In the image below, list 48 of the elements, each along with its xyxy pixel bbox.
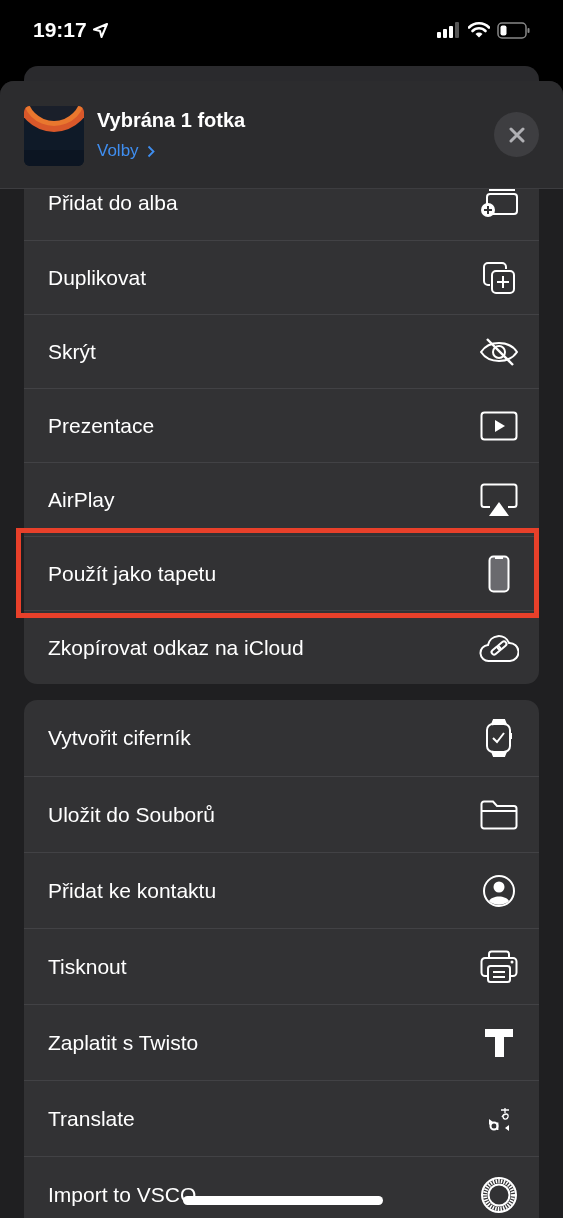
phone-icon [488,554,510,593]
cloud-link-icon [479,632,519,663]
action-label: Vytvořit ciferník [48,725,191,752]
contact-icon [482,873,516,908]
close-icon [508,126,525,143]
action-row[interactable]: Translate [24,1080,539,1156]
close-button[interactable] [494,112,539,157]
action-label: Použít jako tapetu [48,560,217,587]
action-row[interactable]: Uložit do Souborů [24,776,539,852]
action-row[interactable]: Zkopírovat odkaz na iCloud [24,610,539,684]
action-label: Přidat do alba [48,190,178,217]
action-label: Uložit do Souborů [48,801,215,828]
sheet-title: Vybrána 1 fotka [97,108,247,134]
t-letter-icon [484,1027,514,1058]
wifi-icon [468,22,490,38]
action-label: Zaplatit s Twisto [48,1029,199,1056]
folder-icon [480,799,518,830]
action-label: Skrýt [48,338,96,365]
ring-icon [480,1175,518,1214]
options-link[interactable]: Volby [97,138,155,164]
action-row[interactable]: AirPlay [24,462,539,536]
time: 19:17 [33,17,87,44]
watch-icon [485,719,513,757]
action-row[interactable]: Duplikovat [24,240,539,314]
action-row[interactable]: Přidat do alba [24,188,539,240]
printer-icon [480,949,518,984]
action-label: Duplikovat [48,264,147,291]
action-row[interactable]: Vytvořit ciferník [24,700,539,776]
action-row[interactable]: Skrýt [24,314,539,388]
action-row[interactable]: Zaplatit s Twisto [24,1004,539,1080]
action-label: Zkopírovat odkaz na iCloud [48,634,304,661]
chevron-icon [146,144,155,158]
action-label: Tisknout [48,953,127,980]
duplicate-icon [482,260,516,295]
signal-icon [437,22,461,38]
action-label: Přidat ke kontaktu [48,877,217,904]
play-icon [480,410,518,441]
battery-icon [497,21,530,39]
action-row[interactable]: Přidat ke kontaktu [24,852,539,928]
action-row[interactable]: Tisknout [24,928,539,1004]
location-arrow-icon [92,22,108,38]
action-row[interactable]: Použít jako tapetu [24,536,539,610]
hidden-eye-icon [479,337,519,366]
action-label: AirPlay [48,486,115,513]
airplay-icon [480,482,518,517]
action-row[interactable]: Prezentace [24,388,539,462]
action-label: Prezentace [48,412,155,439]
action-label: Translate [48,1105,135,1132]
